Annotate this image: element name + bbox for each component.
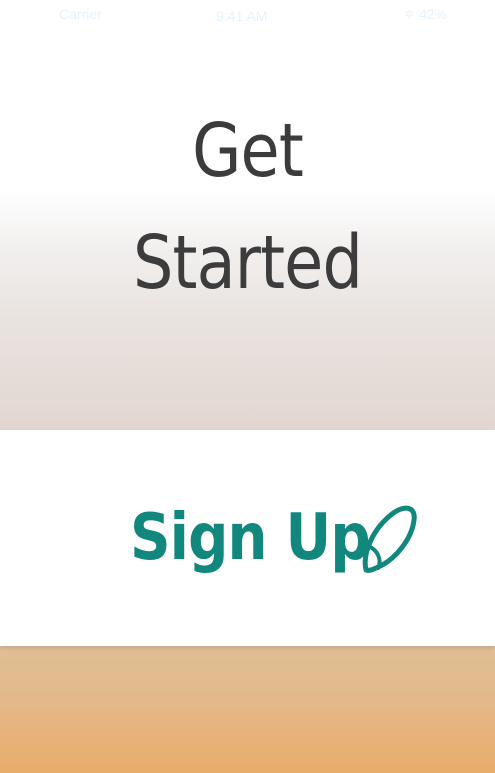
heading-line-1: Get [192,108,304,194]
footer-panel [0,646,495,773]
sign-up-button[interactable]: Sign Up [0,430,495,646]
battery-indicator: ✲ 42% [405,6,447,22]
heading-line-2: Started [132,220,363,306]
sign-up-label: Sign Up [130,501,371,575]
get-started-heading: Get Started [35,95,461,319]
battery-level: 42% [418,6,447,22]
bluetooth-icon: ✲ [404,8,414,21]
clock-label: 9:41 AM [216,8,268,24]
carrier-label: Carrier [59,6,102,22]
status-bar: Carrier 9:41 AM ✲ 42% [0,0,495,30]
leaf-icon [362,505,417,573]
